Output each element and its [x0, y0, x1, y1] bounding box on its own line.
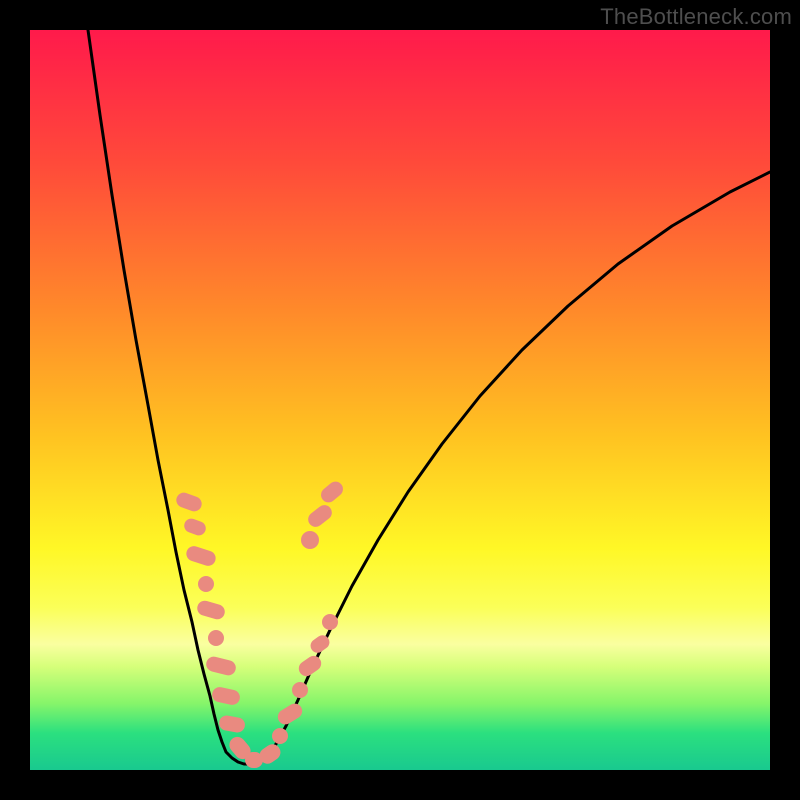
data-marker: [184, 544, 217, 568]
plot-area: [30, 30, 770, 770]
data-marker: [275, 701, 305, 727]
data-marker: [211, 686, 242, 706]
data-marker: [195, 599, 226, 621]
data-marker: [208, 630, 224, 646]
data-marker: [272, 728, 288, 744]
data-marker: [174, 491, 204, 514]
data-marker: [318, 479, 346, 506]
data-marker: [205, 655, 238, 677]
data-marker: [301, 531, 319, 549]
data-marker: [182, 517, 207, 538]
data-marker: [292, 682, 308, 698]
data-marker: [218, 714, 246, 733]
bottleneck-curve: [88, 30, 770, 764]
data-marker: [322, 614, 338, 630]
watermark-text: TheBottleneck.com: [600, 4, 792, 30]
data-marker: [198, 576, 214, 592]
chart-frame: TheBottleneck.com: [0, 0, 800, 800]
data-marker: [305, 502, 335, 530]
chart-svg: [30, 30, 770, 770]
